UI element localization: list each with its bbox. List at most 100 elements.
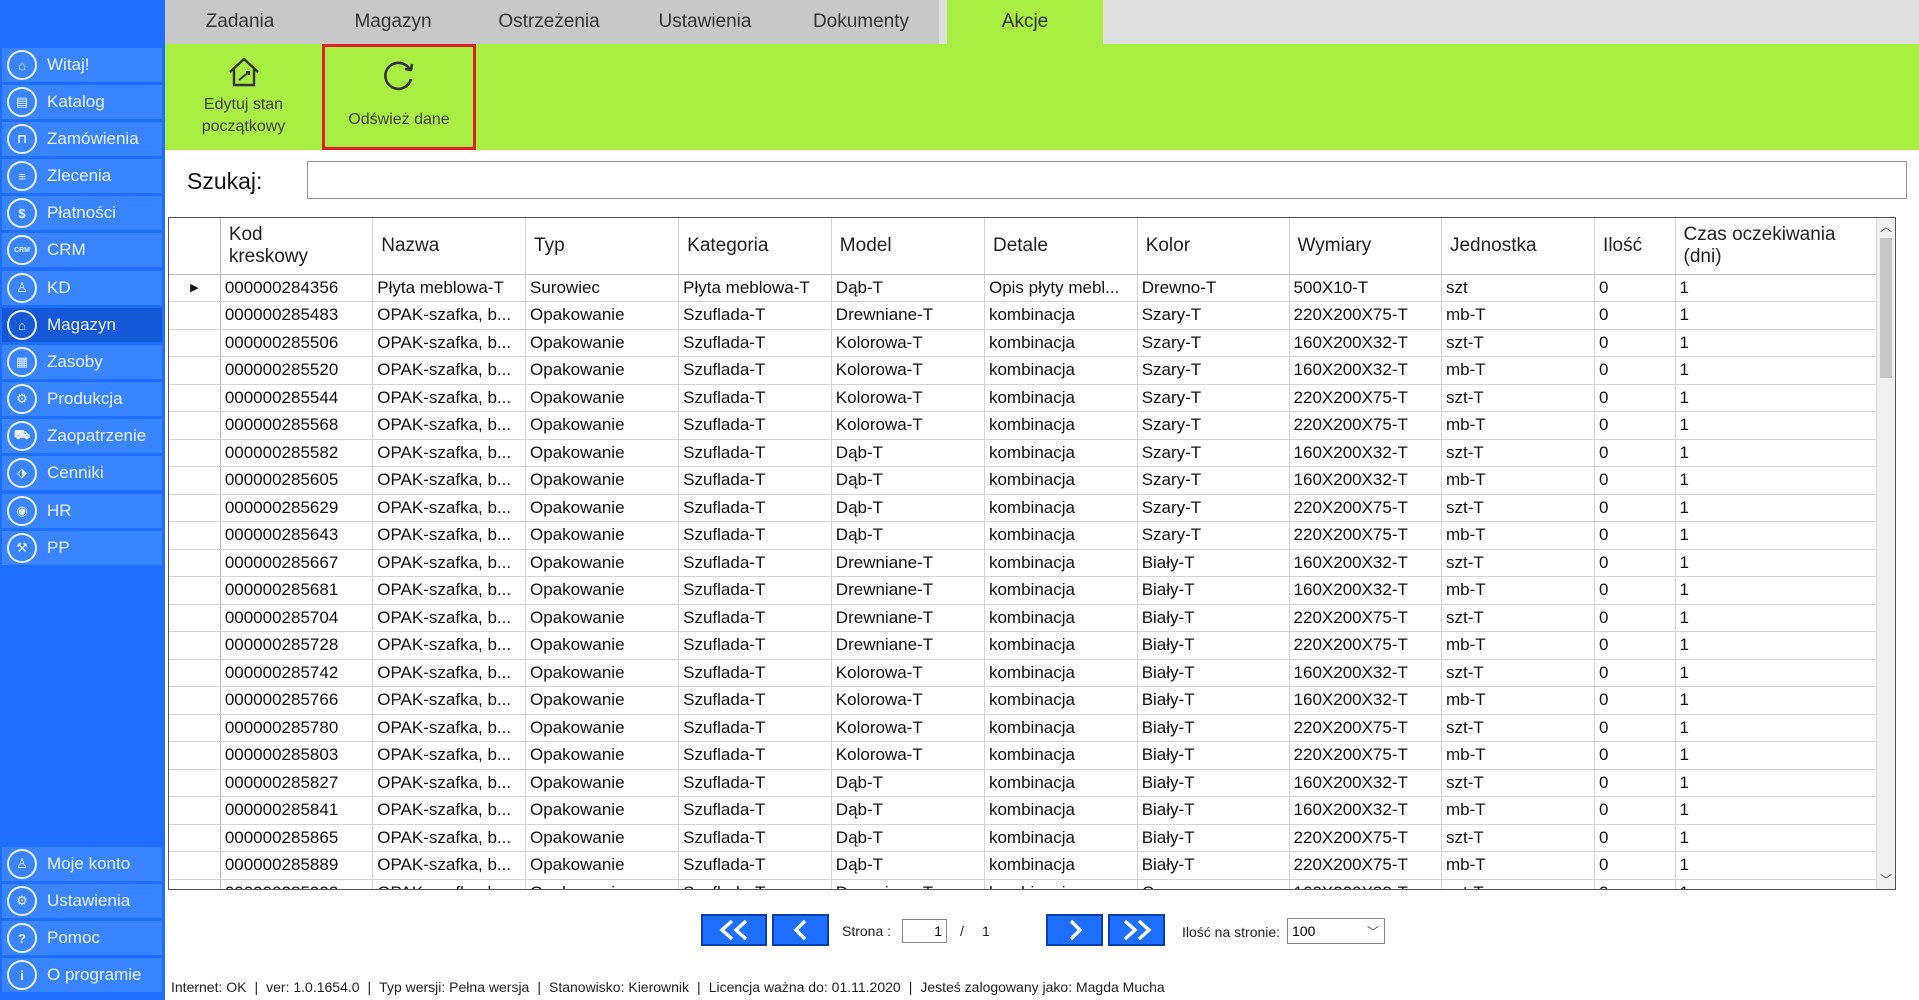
table-row[interactable]: 000000285704 OPAK-szafka, b... Opakowanie S… bbox=[169, 604, 1894, 632]
column-header[interactable]: Kategoria bbox=[678, 218, 832, 275]
table-cell[interactable]: 160X200X32-T bbox=[1289, 686, 1442, 715]
table-cell[interactable]: kombinacja bbox=[984, 549, 1138, 577]
table-row[interactable]: 000000285568 OPAK-szafka, b... Opakowanie S… bbox=[169, 411, 1894, 440]
table-cell[interactable]: Biały-T bbox=[1137, 824, 1290, 852]
table-cell[interactable]: 0 bbox=[1594, 411, 1676, 440]
table-cell[interactable]: kombinacja bbox=[984, 329, 1138, 357]
table-cell[interactable]: kombinacja bbox=[984, 659, 1138, 687]
row-header[interactable] bbox=[169, 879, 221, 889]
table-cell[interactable]: Szuflada-T bbox=[678, 714, 832, 742]
table-cell[interactable]: kombinacja bbox=[984, 494, 1138, 522]
table-cell[interactable]: 000000285704 bbox=[220, 604, 374, 632]
table-cell[interactable]: Opakowanie bbox=[525, 549, 680, 577]
sidebar-item-katalog[interactable]: ▤ Katalog bbox=[2, 85, 162, 119]
table-cell[interactable]: 000000285681 bbox=[220, 576, 374, 605]
table-cell[interactable]: OPAK-szafka, b... bbox=[372, 714, 527, 742]
table-cell[interactable]: OPAK-szafka, b... bbox=[372, 741, 527, 770]
table-cell[interactable]: 1 bbox=[1675, 604, 1887, 632]
table-cell[interactable]: 1 bbox=[1675, 384, 1887, 412]
table-cell[interactable]: 000000285629 bbox=[220, 494, 374, 522]
sidebar-item-cenniki[interactable]: ⬗ Cenniki bbox=[2, 456, 162, 490]
table-cell[interactable]: Kolorowa-T bbox=[831, 411, 985, 440]
sidebar-item-witaj[interactable]: ⌂ Witaj! bbox=[2, 48, 162, 82]
sidebar-item-o-programie[interactable]: i O programie bbox=[2, 958, 162, 992]
table-cell[interactable]: Dąb-T bbox=[831, 439, 985, 467]
table-cell[interactable]: Dąb-T bbox=[831, 274, 985, 302]
table-cell[interactable]: OPAK-szafka, b... bbox=[372, 851, 527, 880]
table-cell[interactable]: mb-T bbox=[1441, 466, 1596, 495]
sidebar-item-hr[interactable]: ◉ HR bbox=[2, 494, 162, 528]
table-cell[interactable]: 220X200X75-T bbox=[1289, 741, 1442, 770]
table-cell[interactable]: Biały-T bbox=[1137, 549, 1290, 577]
table-cell[interactable]: Szary-T bbox=[1137, 439, 1290, 467]
row-header[interactable] bbox=[169, 356, 221, 385]
table-cell[interactable]: kombinacja bbox=[984, 686, 1138, 715]
table-cell[interactable]: 000000285568 bbox=[220, 411, 374, 440]
table-cell[interactable]: 0 bbox=[1594, 329, 1676, 357]
table-row[interactable]: 000000285582 OPAK-szafka, b... Opakowanie S… bbox=[169, 439, 1894, 467]
table-cell[interactable]: 160X200X32-T bbox=[1289, 329, 1442, 357]
table-cell[interactable]: Szary-T bbox=[1137, 301, 1290, 330]
table-cell[interactable]: Szuflada-T bbox=[678, 851, 832, 880]
table-cell[interactable]: 220X200X75-T bbox=[1289, 384, 1442, 412]
table-cell[interactable]: Szary-T bbox=[1137, 356, 1290, 385]
table-cell[interactable]: 0 bbox=[1594, 549, 1676, 577]
tab-dokumenty[interactable]: Dokumenty bbox=[783, 0, 939, 44]
sidebar-item-zaopatrzenie[interactable]: ⛟ Zaopatrzenie bbox=[2, 419, 162, 453]
table-cell[interactable]: 220X200X75-T bbox=[1289, 494, 1442, 522]
table-cell[interactable]: kombinacja bbox=[984, 714, 1138, 742]
table-row[interactable]: 000000285827 OPAK-szafka, b... Opakowanie S… bbox=[169, 769, 1894, 797]
table-cell[interactable]: Opakowanie bbox=[525, 686, 680, 715]
table-cell[interactable]: szt-T bbox=[1441, 659, 1596, 687]
table-row[interactable]: 000000285766 OPAK-szafka, b... Opakowanie S… bbox=[169, 686, 1894, 715]
table-cell[interactable]: 0 bbox=[1594, 769, 1676, 797]
table-row[interactable]: 000000285483 OPAK-szafka, b... Opakowanie S… bbox=[169, 301, 1894, 330]
table-cell[interactable]: OPAK-szafka, b... bbox=[372, 796, 527, 825]
search-input[interactable] bbox=[307, 161, 1907, 199]
table-cell[interactable]: OPAK-szafka, b... bbox=[372, 879, 527, 889]
column-header[interactable]: Czas oczekiwania (dni) bbox=[1675, 218, 1887, 275]
table-cell[interactable]: 1 bbox=[1675, 769, 1887, 797]
table-cell[interactable]: Opakowanie bbox=[525, 879, 680, 889]
table-cell[interactable]: mb-T bbox=[1441, 521, 1596, 550]
row-header[interactable] bbox=[169, 439, 221, 467]
table-cell[interactable]: szt-T bbox=[1441, 769, 1596, 797]
table-cell[interactable]: OPAK-szafka, b... bbox=[372, 686, 527, 715]
previous-page-button[interactable] bbox=[772, 914, 829, 946]
table-cell[interactable]: 0 bbox=[1594, 439, 1676, 467]
table-cell[interactable]: Dąb-T bbox=[831, 494, 985, 522]
sidebar-item-płatności[interactable]: $ Płatności bbox=[2, 196, 162, 230]
table-cell[interactable]: Płyta meblowa-T bbox=[678, 274, 832, 302]
table-cell[interactable]: Szuflada-T bbox=[678, 824, 832, 852]
table-cell[interactable]: Opakowanie bbox=[525, 741, 680, 770]
table-cell[interactable]: Biały-T bbox=[1137, 796, 1290, 825]
table-cell[interactable]: szt-T bbox=[1441, 604, 1596, 632]
table-row[interactable]: 000000285841 OPAK-szafka, b... Opakowanie S… bbox=[169, 796, 1894, 825]
table-cell[interactable]: Kolorowa-T bbox=[831, 741, 985, 770]
table-cell[interactable]: Szary-T bbox=[1137, 494, 1290, 522]
table-cell[interactable]: 160X200X32-T bbox=[1289, 576, 1442, 605]
table-cell[interactable]: Biały-T bbox=[1137, 631, 1290, 660]
table-cell[interactable]: 000000285728 bbox=[220, 631, 374, 660]
sidebar-item-crm[interactable]: CRM CRM bbox=[2, 233, 162, 267]
refresh-data-button[interactable]: Odśwież dane bbox=[322, 44, 476, 150]
table-cell[interactable]: 160X200X32-T bbox=[1289, 466, 1442, 495]
table-cell[interactable]: OPAK-szafka, b... bbox=[372, 769, 527, 797]
table-cell[interactable]: szt-T bbox=[1441, 329, 1596, 357]
table-cell[interactable]: szt-T bbox=[1441, 824, 1596, 852]
sidebar-item-produkcja[interactable]: ⚙ Produkcja bbox=[2, 382, 162, 416]
column-header[interactable]: Detale bbox=[984, 218, 1138, 275]
table-cell[interactable]: 1 bbox=[1675, 851, 1887, 880]
table-cell[interactable]: 1 bbox=[1675, 824, 1887, 852]
table-cell[interactable]: 000000285643 bbox=[220, 521, 374, 550]
table-cell[interactable]: 220X200X75-T bbox=[1289, 824, 1442, 852]
table-cell[interactable]: Drewniane-T bbox=[831, 879, 985, 889]
table-cell[interactable]: Szary-T bbox=[1137, 329, 1290, 357]
current-row-icon[interactable]: ▶ bbox=[169, 274, 221, 302]
table-cell[interactable]: mb-T bbox=[1441, 411, 1596, 440]
table-cell[interactable]: Biały-T bbox=[1137, 659, 1290, 687]
table-cell[interactable]: Opakowanie bbox=[525, 494, 680, 522]
table-cell[interactable]: kombinacja bbox=[984, 769, 1138, 797]
table-row[interactable]: 000000285728 OPAK-szafka, b... Opakowanie S… bbox=[169, 631, 1894, 660]
table-cell[interactable]: Dąb-T bbox=[831, 466, 985, 495]
